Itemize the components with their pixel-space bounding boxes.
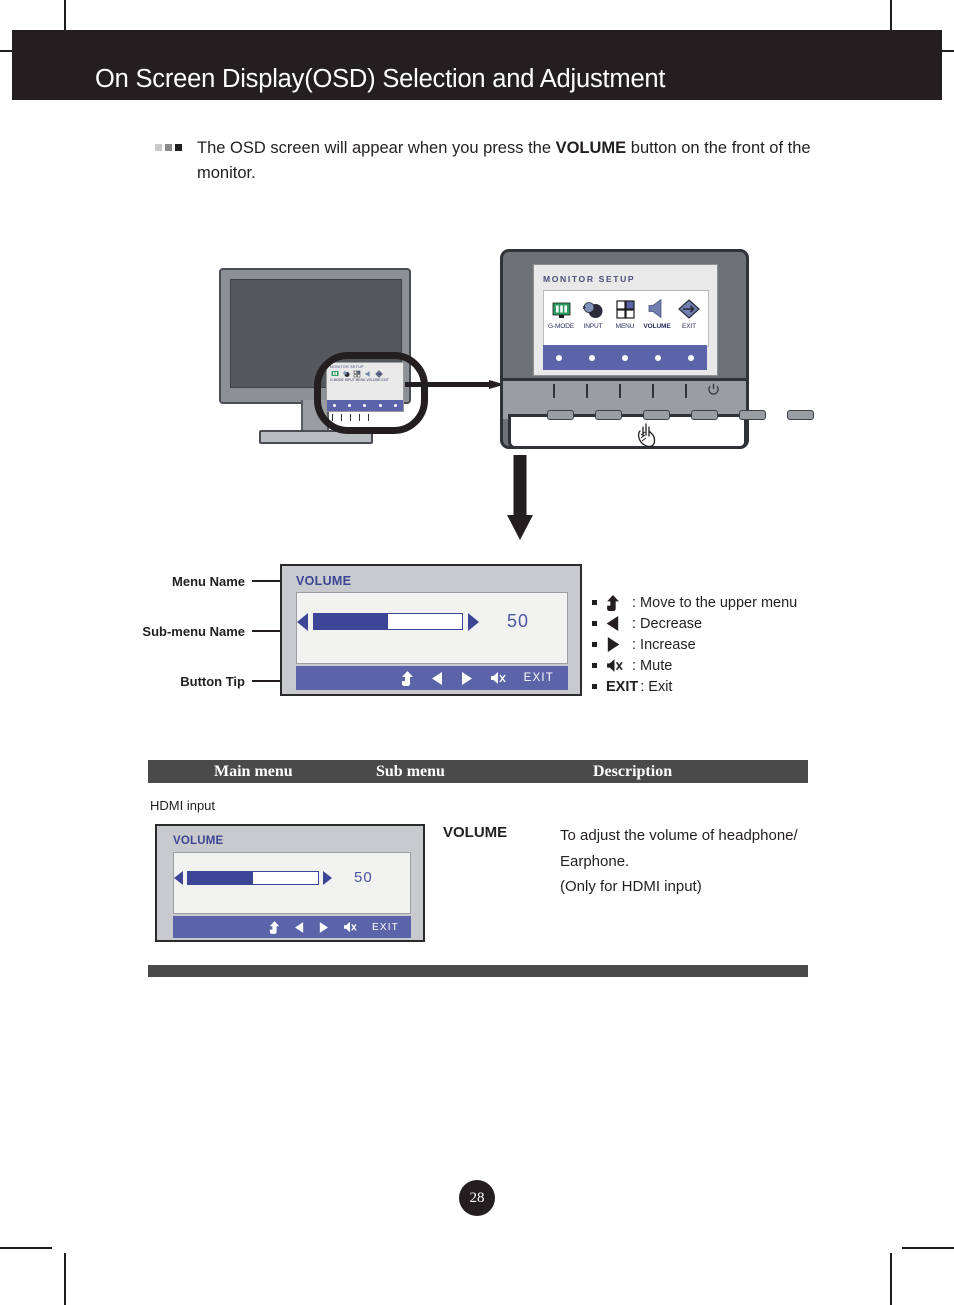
callout-label-menu-name: Menu Name [172, 574, 245, 589]
osd-submenu-area: 50 [296, 592, 568, 664]
mute-icon [606, 658, 632, 673]
table-header-sub-menu: Sub menu [376, 763, 445, 780]
osd-small-button-tip-bar: EXIT [173, 916, 411, 938]
osd-small-exit-label[interactable]: EXIT [372, 922, 399, 933]
legend-bullet-icon [592, 642, 597, 647]
osd-small-menu-name: VOLUME [173, 835, 224, 847]
volume-slider-fill-small [188, 871, 253, 884]
table-header-main-menu: Main menu [214, 763, 293, 780]
table-header-description: Description [593, 763, 673, 780]
legend-label: : Mute [632, 657, 673, 674]
legend-item: : Mute [592, 655, 882, 676]
mute-icon[interactable] [490, 671, 506, 685]
callout-label-button-tip: Button Tip [180, 674, 245, 689]
osd-small-submenu-area: 50 [173, 852, 411, 914]
up-arrow-icon [606, 594, 632, 611]
osd-button-legend: : Move to the upper menu : Decrease : In… [592, 592, 882, 697]
legend-bullet-icon [592, 663, 597, 668]
legend-item: : Decrease [592, 613, 882, 634]
triangle-left-icon[interactable] [294, 921, 304, 933]
osd-volume-slider-row: 50 [297, 611, 569, 632]
legend-label: : Move to the upper menu [632, 594, 798, 611]
table-bottom-rule [148, 965, 808, 977]
osd-button-tip-bar: EXIT [296, 666, 568, 690]
triangle-right-icon[interactable] [461, 671, 472, 685]
triangle-right-icon [606, 637, 632, 652]
description-line-3: (Only for HDMI input) [560, 878, 702, 895]
osd-exit-label[interactable]: EXIT [524, 672, 554, 684]
legend-bullet-icon [592, 600, 597, 605]
crop-mark-left-bottom [0, 1247, 52, 1249]
callout-label-sub-menu-name: Sub-menu Name [142, 624, 245, 639]
osd-menu-name: VOLUME [296, 574, 352, 588]
legend-item: : Increase [592, 634, 882, 655]
triangle-left-icon [606, 616, 632, 631]
legend-bullet-icon [592, 684, 597, 689]
crop-mark-bottom-right [890, 1253, 892, 1305]
description-line-2: Earphone. [560, 852, 630, 870]
volume-value: 50 [507, 611, 530, 631]
triangle-left-icon[interactable] [431, 671, 443, 685]
crop-mark-right-bottom [902, 1247, 954, 1249]
legend-label: : Exit [640, 678, 673, 695]
triangle-right-icon[interactable] [319, 921, 328, 933]
table-row-description: To adjust the volume of headphone/ Earph… [560, 823, 860, 900]
mute-icon[interactable] [343, 921, 357, 933]
callout-leader-line [252, 580, 282, 582]
volume-slider-track[interactable] [313, 613, 463, 630]
up-arrow-icon[interactable] [269, 920, 280, 934]
volume-value-small: 50 [354, 869, 373, 886]
table-header-bar: Main menu Sub menu Description [148, 760, 808, 783]
up-arrow-icon[interactable] [401, 670, 414, 686]
legend-item: : Move to the upper menu [592, 592, 882, 613]
table-row-sub-menu: VOLUME [443, 824, 508, 841]
legend-exit-key: EXIT [606, 678, 639, 695]
triangle-right-icon[interactable] [323, 870, 332, 885]
legend-bullet-icon [592, 621, 597, 626]
legend-label: : Decrease [632, 615, 703, 632]
legend-item-exit: EXIT : Exit [592, 676, 882, 697]
legend-label: : Increase [632, 636, 696, 653]
osd-callout-section: Menu Name Sub-menu Name Button Tip VOLUM… [0, 0, 954, 720]
callout-leader-line [252, 680, 282, 682]
volume-slider-fill [314, 614, 388, 629]
osd-small-slider-row: 50 [174, 869, 412, 886]
triangle-left-icon[interactable] [297, 612, 308, 631]
hdmi-input-note: HDMI input [150, 798, 216, 813]
crop-mark-bottom-left [64, 1253, 66, 1305]
description-line-1: To adjust the volume of headphone/ [560, 827, 798, 844]
triangle-right-icon[interactable] [468, 612, 479, 631]
triangle-left-icon[interactable] [174, 870, 183, 885]
callout-leader-line [252, 630, 282, 632]
osd-volume-dialog: VOLUME 50 EXIT [280, 564, 582, 696]
page-number: 28 [459, 1180, 495, 1216]
osd-volume-dialog-small: VOLUME 50 EXIT [155, 824, 425, 942]
volume-slider-track-small[interactable] [187, 870, 319, 885]
